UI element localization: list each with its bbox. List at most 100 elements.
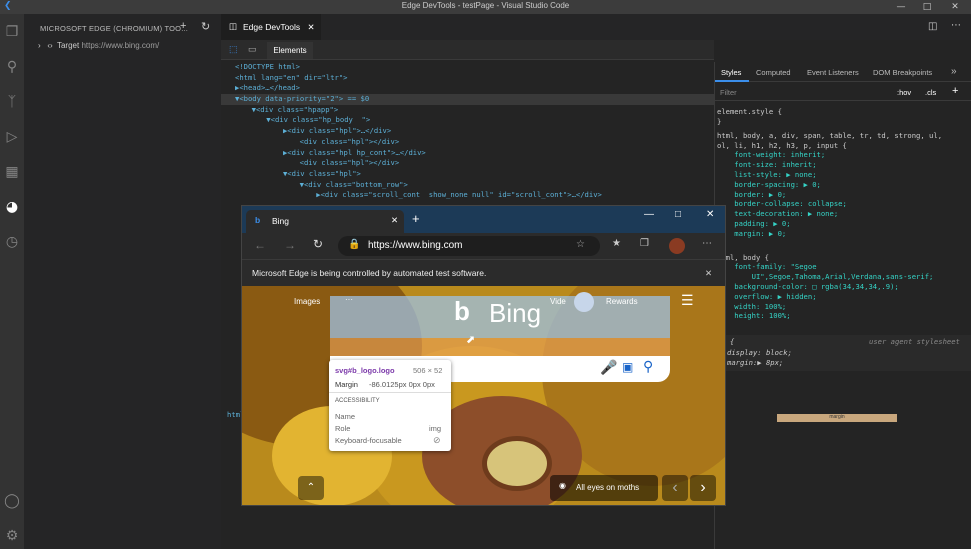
dom-tree: <!DOCTYPE html> <html lang="en" dir="ltr"… — [221, 62, 714, 201]
more-actions-icon[interactable]: ⋯ — [951, 20, 961, 31]
tab-styles[interactable]: Styles — [721, 68, 741, 77]
filter-input[interactable]: Filter — [720, 88, 737, 97]
more-tabs-icon[interactable]: » — [951, 66, 957, 77]
location-pin-icon: ◉ — [559, 481, 566, 490]
tab-computed[interactable]: Computed — [756, 68, 791, 77]
infobar-message: Microsoft Edge is being controlled by au… — [252, 268, 487, 278]
file-icon: ◫ — [229, 21, 238, 31]
run-debug-icon[interactable]: ▷ — [2, 127, 22, 147]
source-control-icon[interactable]: ᛉ — [2, 92, 22, 112]
hov-button[interactable]: :hov — [897, 88, 911, 97]
address-bar-row: ← → ↻ 🔒 https://www.bing.com ☆ ★ ❐ ⋯ — [242, 233, 725, 259]
lock-icon: 🔒 — [348, 239, 361, 250]
nav-images-link[interactable]: Images — [294, 297, 320, 306]
dom-node-line[interactable]: ▶<div class="scroll_cont show_none null"… — [221, 190, 714, 201]
search-icon[interactable]: ⚲ — [643, 358, 653, 375]
browser-minimize-icon[interactable]: — — [644, 209, 654, 220]
new-rule-icon[interactable]: + — [952, 85, 958, 97]
dom-node-line[interactable]: ▼<div class="hpl"> — [221, 169, 714, 180]
dom-node-line[interactable]: ▼<body data-priority="2"> == $0 — [221, 94, 714, 105]
tab-label: Edge DevTools — [243, 22, 301, 32]
address-input[interactable]: 🔒 https://www.bing.com ☆ — [338, 236, 600, 256]
favorites-icon[interactable]: ★ — [612, 238, 621, 249]
nav-videos-link[interactable]: Vide — [550, 297, 566, 306]
dom-node-line[interactable]: ▶<head>…</head> — [221, 83, 714, 94]
extensions-icon[interactable]: ▦ — [2, 162, 22, 182]
styles-pane: Styles Computed Event Listeners DOM Brea… — [714, 62, 971, 549]
nav-rewards-link[interactable]: Rewards — [606, 297, 638, 306]
add-icon[interactable]: + — [180, 20, 186, 32]
style-rule-line: background-color: □ rgba(34,34,34,.9); — [717, 281, 899, 291]
close-icon[interactable]: ✕ — [942, 0, 968, 14]
browser-tab-bing[interactable]: b Bing ✕ — [246, 210, 404, 233]
cls-button[interactable]: .cls — [925, 88, 936, 97]
styles-tabs: Styles Computed Event Listeners DOM Brea… — [715, 62, 971, 82]
dom-node-line[interactable]: <div class="hpl"></div> — [221, 158, 714, 169]
minimize-icon[interactable]: — — [888, 0, 914, 14]
browser-tab-strip: b Bing ✕ + — □ ✕ — [242, 206, 725, 233]
inspect-tooltip: svg#b_logo.logo 506 × 52 Margin -86.0125… — [329, 360, 451, 451]
prev-image-button[interactable]: ‹ — [662, 475, 688, 501]
address-url: https://www.bing.com — [368, 240, 463, 251]
favorite-star-icon[interactable]: ☆ — [576, 239, 585, 250]
settings-gear-icon[interactable]: ⚙ — [2, 526, 22, 546]
infobar-close-icon[interactable]: ✕ — [705, 268, 712, 279]
inspect-icon[interactable]: ⬚ — [229, 44, 238, 55]
sidebar-header: MICROSOFT EDGE (CHROMIUM) TOO... — [40, 24, 189, 33]
tooltip-selector: svg#b_logo.logo — [335, 366, 395, 375]
browser-tab-title: Bing — [272, 216, 290, 226]
dom-node-line[interactable]: ▶<div class="hpl">…</div> — [221, 126, 714, 137]
reload-icon[interactable]: ↻ — [313, 237, 323, 251]
history-icon[interactable]: ◷ — [2, 232, 22, 252]
dom-node-line[interactable]: <!DOCTYPE html> — [221, 62, 714, 73]
collections-icon[interactable]: ❐ — [640, 238, 649, 249]
explorer-icon[interactable]: ❐ — [2, 22, 22, 42]
user-avatar-icon[interactable] — [574, 292, 594, 312]
editor-tab-bar: ◫ Edge DevTools ✕ ◫ ⋯ — [221, 14, 971, 40]
refresh-icon[interactable]: ↻ — [201, 20, 210, 33]
tooltip-divider — [329, 392, 451, 393]
profile-avatar[interactable] — [669, 238, 685, 254]
dom-node-line[interactable]: ▼<div class="hpapp"> — [221, 105, 714, 116]
user-agent-rule: dy { user agent stylesheet display: bloc… — [715, 335, 971, 371]
dom-node-line[interactable]: <div class="hpl"></div> — [221, 137, 714, 148]
forward-icon[interactable]: → — [284, 238, 296, 252]
nav-more-icon[interactable]: ··· — [345, 295, 353, 304]
moth-eyespot-shape — [482, 436, 552, 491]
style-rule-line: margin: ▶ 0; — [717, 228, 787, 238]
hamburger-menu-icon[interactable]: ☰ — [681, 292, 694, 309]
scroll-up-button[interactable]: ⌃ — [298, 476, 324, 500]
device-toolbar-icon[interactable]: ▭ — [248, 44, 257, 55]
dom-node-line[interactable]: ▼<div class="hp_body "> — [221, 115, 714, 126]
tab-edge-devtools[interactable]: ◫ Edge DevTools ✕ — [221, 14, 321, 40]
edge-devtools-icon[interactable]: ◕ — [2, 197, 22, 217]
tab-elements[interactable]: Elements — [267, 42, 313, 59]
browser-close-icon[interactable]: ✕ — [706, 209, 714, 220]
visual-search-icon[interactable]: ▣ — [622, 360, 633, 374]
settings-more-icon[interactable]: ⋯ — [702, 238, 712, 249]
browser-tab-close-icon[interactable]: ✕ — [391, 215, 398, 226]
style-rule-line: list-style: ▶ none; — [717, 169, 817, 179]
dom-node-line[interactable]: ▶<div class="hpl hp_cont">…</div> — [221, 148, 714, 159]
location-button[interactable]: ◉ All eyes on moths — [550, 475, 658, 501]
location-label: All eyes on moths — [576, 483, 640, 492]
dom-node-line[interactable]: <html lang="en" dir="ltr"> — [221, 73, 714, 84]
tab-dom-breakpoints[interactable]: DOM Breakpoints — [873, 68, 932, 77]
target-item[interactable]: › ‹› Target https://www.bing.com/ — [38, 41, 159, 50]
dom-node-line[interactable]: ▼<div class="bottom_row"> — [221, 180, 714, 191]
voice-search-icon[interactable]: 🎤 — [600, 359, 617, 376]
tab-close-icon[interactable]: ✕ — [308, 22, 315, 32]
tab-event-listeners[interactable]: Event Listeners — [807, 68, 859, 77]
next-image-button[interactable]: › — [690, 475, 716, 501]
browser-maximize-icon[interactable]: □ — [675, 209, 681, 220]
code-icon: ‹› — [47, 41, 53, 50]
active-tab-indicator — [715, 80, 749, 82]
split-editor-icon[interactable]: ◫ — [928, 21, 937, 32]
search-icon[interactable]: ⚲ — [2, 57, 22, 77]
style-rule-line: html, body, a, div, span, table, tr, td,… — [717, 130, 943, 140]
style-rule-line: border: ▶ 0; — [717, 189, 787, 199]
account-icon[interactable]: ◯ — [2, 491, 22, 511]
new-tab-icon[interactable]: + — [412, 211, 420, 226]
back-icon[interactable]: ← — [254, 238, 266, 252]
maximize-icon[interactable]: □ — [914, 0, 940, 14]
